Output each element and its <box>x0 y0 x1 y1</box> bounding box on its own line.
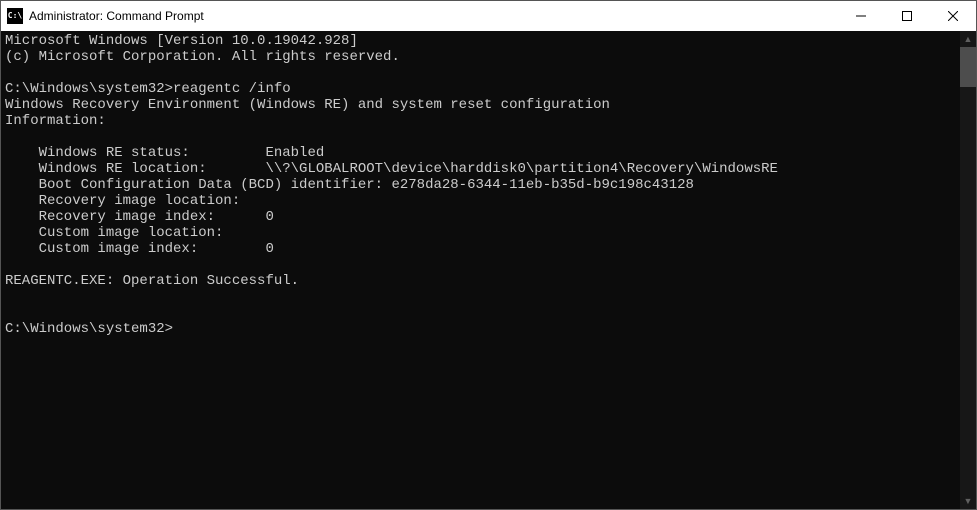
output-line: Windows RE location: \\?\GLOBALROOT\devi… <box>5 161 778 177</box>
output-line: REAGENTC.EXE: Operation Successful. <box>5 273 299 289</box>
maximize-button[interactable] <box>884 1 930 31</box>
window-controls <box>838 1 976 31</box>
titlebar-left: C:\ Administrator: Command Prompt <box>1 8 204 24</box>
cmd-icon-text: C:\ <box>8 12 22 20</box>
output-line: Information: <box>5 113 106 129</box>
vertical-scrollbar[interactable]: ▲ ▼ <box>960 31 976 509</box>
terminal-output[interactable]: Microsoft Windows [Version 10.0.19042.92… <box>1 31 960 509</box>
minimize-button[interactable] <box>838 1 884 31</box>
command-prompt-window: C:\ Administrator: Command Prompt Micros… <box>0 0 977 510</box>
scroll-up-arrow-icon[interactable]: ▲ <box>960 31 976 47</box>
output-line: Windows RE status: Enabled <box>5 145 324 161</box>
output-line: (c) Microsoft Corporation. All rights re… <box>5 49 400 65</box>
terminal-container: Microsoft Windows [Version 10.0.19042.92… <box>1 31 976 509</box>
titlebar[interactable]: C:\ Administrator: Command Prompt <box>1 1 976 31</box>
output-line: Recovery image location: <box>5 193 240 209</box>
window-title: Administrator: Command Prompt <box>29 9 204 23</box>
output-line: Custom image index: 0 <box>5 241 274 257</box>
prompt-line: C:\Windows\system32>reagentc /info <box>5 81 291 97</box>
prompt-line: C:\Windows\system32> <box>5 321 173 337</box>
output-line: Windows Recovery Environment (Windows RE… <box>5 97 610 113</box>
scroll-thumb[interactable] <box>960 47 976 87</box>
close-button[interactable] <box>930 1 976 31</box>
output-line: Boot Configuration Data (BCD) identifier… <box>5 177 694 193</box>
output-line: Custom image location: <box>5 225 223 241</box>
output-line: Recovery image index: 0 <box>5 209 274 225</box>
cmd-icon: C:\ <box>7 8 23 24</box>
output-line: Microsoft Windows [Version 10.0.19042.92… <box>5 33 358 49</box>
scroll-down-arrow-icon[interactable]: ▼ <box>960 493 976 509</box>
